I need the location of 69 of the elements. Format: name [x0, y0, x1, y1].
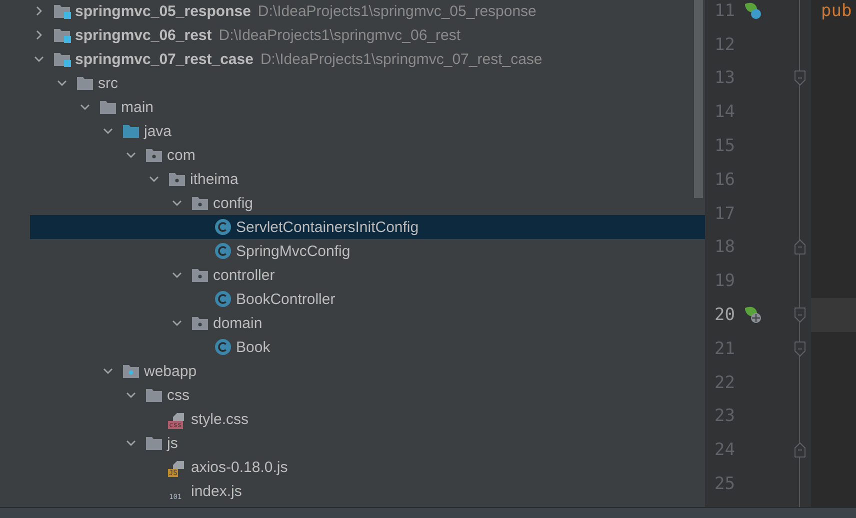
scrollbar[interactable]	[694, 0, 703, 198]
folder-icon	[76, 75, 94, 91]
tree-item[interactable]: springmvc_05_response D:\IdeaProjects1\springmvc_05_response	[30, 0, 705, 23]
folder-icon	[168, 171, 186, 187]
tree-item[interactable]: SpringMvcConfig	[30, 239, 705, 263]
item-name: css	[167, 386, 190, 404]
line-number: 20	[714, 305, 735, 326]
fold-marker-icon[interactable]	[794, 239, 806, 256]
tree-item[interactable]: BookController	[30, 287, 705, 311]
tree-item[interactable]: itheima	[30, 167, 705, 191]
folder-icon	[122, 123, 140, 139]
fold-marker-icon[interactable]	[794, 307, 806, 324]
item-name: controller	[213, 266, 275, 284]
item-name: springmvc_07_rest_case	[75, 50, 254, 68]
item-name: style.css	[191, 410, 249, 428]
tree-item[interactable]: springmvc_07_rest_case D:\IdeaProjects1\springmvc_07_rest_case	[30, 47, 705, 71]
item-name: com	[167, 146, 196, 164]
item-name: src	[98, 74, 118, 92]
class-icon	[214, 218, 232, 236]
tree-item[interactable]: domain	[30, 311, 705, 335]
folder-icon	[191, 315, 209, 331]
item-name: springmvc_05_response	[75, 2, 251, 20]
item-name: BookController	[236, 290, 336, 308]
tree-item[interactable]: css	[30, 383, 705, 407]
folder-icon	[145, 435, 163, 451]
folder-icon	[99, 99, 117, 115]
item-name: itheima	[190, 170, 238, 188]
item-path: D:\IdeaProjects1\springmvc_07_rest_case	[260, 50, 542, 68]
class-icon	[214, 290, 232, 308]
leaf-bean-icon[interactable]	[742, 0, 764, 22]
tree-item[interactable]: springmvc_06_rest D:\IdeaProjects1\springmvc_06_rest	[30, 23, 705, 47]
class-icon	[214, 338, 232, 356]
fold-marker-icon[interactable]	[794, 442, 806, 458]
folder-icon	[191, 267, 209, 283]
item-name: axios-0.18.0.js	[191, 458, 288, 476]
item-name: index.js	[191, 482, 242, 500]
item-name: ServletContainersInitConfig	[236, 218, 419, 236]
fold-marker-icon[interactable]	[794, 70, 806, 86]
tree-item[interactable]: main	[30, 95, 705, 119]
fold-marker-icon[interactable]	[794, 340, 806, 357]
tree-item[interactable]: webapp	[30, 359, 705, 383]
module-folder-icon	[53, 27, 71, 43]
item-name: SpringMvcConfig	[236, 242, 350, 260]
folder-icon	[145, 147, 163, 163]
tree-item[interactable]: js	[30, 431, 705, 455]
folder-icon	[122, 363, 140, 379]
tree-item[interactable]: com	[30, 143, 705, 167]
item-name: webapp	[144, 362, 197, 380]
tree-item[interactable]: src	[30, 71, 705, 95]
folder-icon	[191, 195, 209, 211]
item-name: config	[213, 194, 254, 212]
item-name: java	[144, 122, 172, 140]
item-name: domain	[213, 314, 262, 332]
module-folder-icon	[53, 51, 71, 67]
tree-item[interactable]: Book	[30, 335, 705, 359]
code-text: pub	[821, 0, 852, 21]
tree-item[interactable]: ServletContainersInitConfig	[30, 215, 705, 239]
class-icon	[214, 242, 232, 260]
module-folder-icon	[53, 3, 71, 19]
tree-item[interactable]: controller	[30, 263, 705, 287]
item-name: js	[167, 434, 178, 452]
folder-icon	[145, 387, 163, 403]
item-path: D:\IdeaProjects1\springmvc_06_rest	[218, 26, 461, 44]
tree-item[interactable]: java	[30, 119, 705, 143]
tree-item[interactable]: config	[30, 191, 705, 215]
item-path: D:\IdeaProjects1\springmvc_05_response	[258, 2, 536, 20]
item-name: springmvc_06_rest	[75, 26, 212, 44]
item-name: main	[121, 98, 154, 116]
item-name: Book	[236, 338, 270, 356]
